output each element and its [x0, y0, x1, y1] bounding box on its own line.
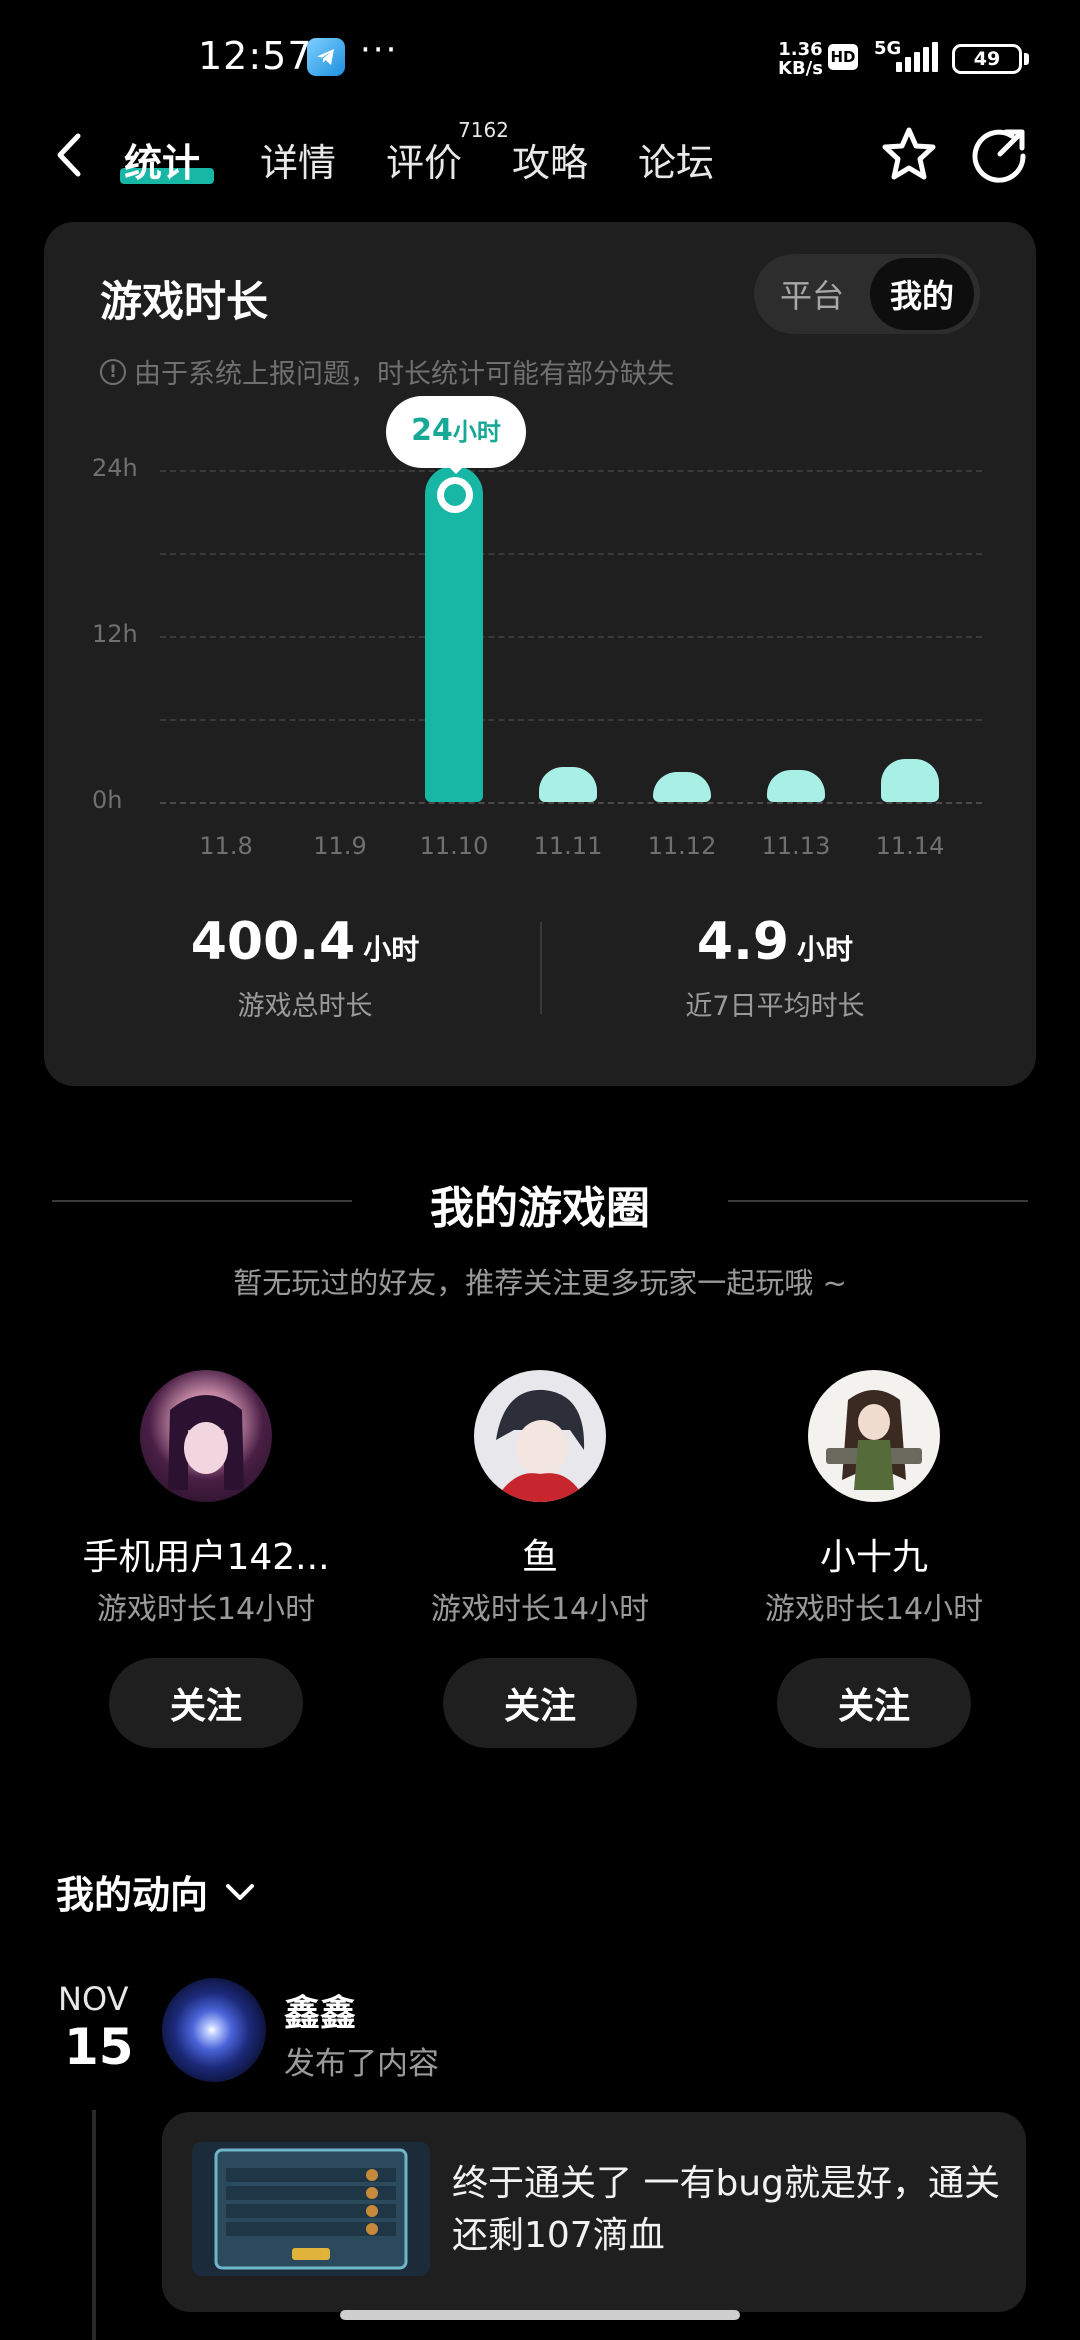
y-tick-24h: 24h [92, 454, 138, 482]
tab-reviews[interactable]: 评价 [386, 132, 462, 187]
friend-name: 手机用户142... [82, 1537, 330, 1578]
tooltip-tail [446, 464, 466, 474]
gridline [160, 553, 982, 555]
stat-divider [540, 922, 542, 1014]
toggle-platform[interactable]: 平台 [762, 258, 862, 330]
friend-playtime: 游戏时长14小时 [430, 1592, 650, 1627]
gridline [160, 719, 982, 721]
average-playtime-label: 近7日平均时长 [685, 991, 865, 1022]
x-tick-label: 11.13 [761, 832, 831, 860]
chart-bar[interactable] [539, 767, 597, 802]
x-tick-label: 11.14 [875, 832, 945, 860]
friend-name: 鱼 [521, 1537, 558, 1578]
timeline-line [92, 2110, 96, 2340]
battery-tip [1024, 53, 1029, 65]
battery-icon: 49 [952, 44, 1022, 74]
friend-playtime: 游戏时长14小时 [96, 1592, 316, 1627]
info-icon: ! [100, 358, 126, 385]
game-circle-subtitle: 暂无玩过的好友，推荐关注更多玩家一起玩哦 ~ [233, 1266, 847, 1300]
x-tick-label: 11.10 [419, 832, 489, 860]
tab-forum[interactable]: 论坛 [638, 132, 714, 187]
chart-baseline [160, 802, 982, 804]
total-playtime: 400.4 小时 [190, 912, 420, 972]
x-tick-label: 11.9 [313, 832, 367, 860]
network-speed: 1.36 KB/s [778, 39, 823, 79]
friend-avatar[interactable] [474, 1370, 606, 1502]
friend-name: 小十九 [819, 1537, 928, 1578]
feed-username[interactable]: 鑫鑫 [284, 1984, 356, 2036]
card-title: 游戏时长 [100, 277, 269, 326]
follow-button[interactable]: 关注 [777, 1658, 971, 1748]
activity-day: 15 [64, 2018, 134, 2076]
user-avatar[interactable] [162, 1978, 266, 2082]
review-count-badge: 7162 [458, 118, 509, 142]
follow-button[interactable]: 关注 [443, 1658, 637, 1748]
notice-text: 由于系统上报问题，时长统计可能有部分缺失 [134, 359, 674, 390]
tab-details[interactable]: 详情 [260, 132, 336, 187]
chart-bar[interactable] [425, 466, 483, 802]
toggle-mine[interactable]: 我的 [870, 258, 974, 330]
hd-badge: HD [828, 44, 858, 70]
total-playtime-label: 游戏总时长 [237, 991, 373, 1022]
signal-icon [896, 42, 938, 72]
star-icon[interactable] [878, 124, 940, 190]
data-notice: ! 由于系统上报问题，时长统计可能有部分缺失 [100, 352, 674, 391]
x-tick-label: 11.8 [199, 832, 253, 860]
post-thumbnail[interactable] [192, 2142, 430, 2276]
feed-action: 发布了内容 [284, 2046, 439, 2082]
y-tick-12h: 12h [92, 620, 138, 648]
friend-playtime: 游戏时长14小时 [764, 1592, 984, 1627]
x-tick-label: 11.11 [533, 832, 603, 860]
home-indicator[interactable] [340, 2310, 740, 2320]
x-tick-label: 11.12 [647, 832, 717, 860]
chart-bar[interactable] [881, 759, 939, 802]
telegram-icon [307, 38, 345, 76]
gridline [160, 636, 982, 638]
status-time: 12:57 [198, 34, 313, 78]
gridline [160, 470, 982, 472]
chart-bar[interactable] [767, 770, 825, 802]
tab-stats[interactable]: 统计 [124, 132, 200, 187]
game-circle-title: 我的游戏圈 [430, 1183, 650, 1234]
friend-avatar[interactable] [140, 1370, 272, 1502]
post-text: 终于通关了 一有bug就是好，通关还剩107滴血 [452, 2163, 1000, 2256]
activity-filter[interactable]: 我的动向 [56, 1864, 258, 1919]
share-icon[interactable] [968, 124, 1030, 190]
selected-point-marker [437, 477, 473, 513]
tab-guides[interactable]: 攻略 [512, 132, 588, 187]
back-icon[interactable] [52, 130, 86, 184]
chevron-down-icon [226, 1883, 255, 1900]
average-playtime: 4.9 小时 [696, 912, 854, 972]
more-notifications-icon: ··· [360, 30, 399, 70]
friend-avatar[interactable] [808, 1370, 940, 1502]
activity-title: 我的动向 [56, 1873, 209, 1917]
y-tick-0h: 0h [92, 786, 123, 814]
bar-value-tooltip: 24 小时 [386, 396, 526, 468]
section-divider-right [728, 1200, 1028, 1202]
follow-button[interactable]: 关注 [109, 1658, 303, 1748]
activity-month: NOV [58, 1980, 129, 2018]
